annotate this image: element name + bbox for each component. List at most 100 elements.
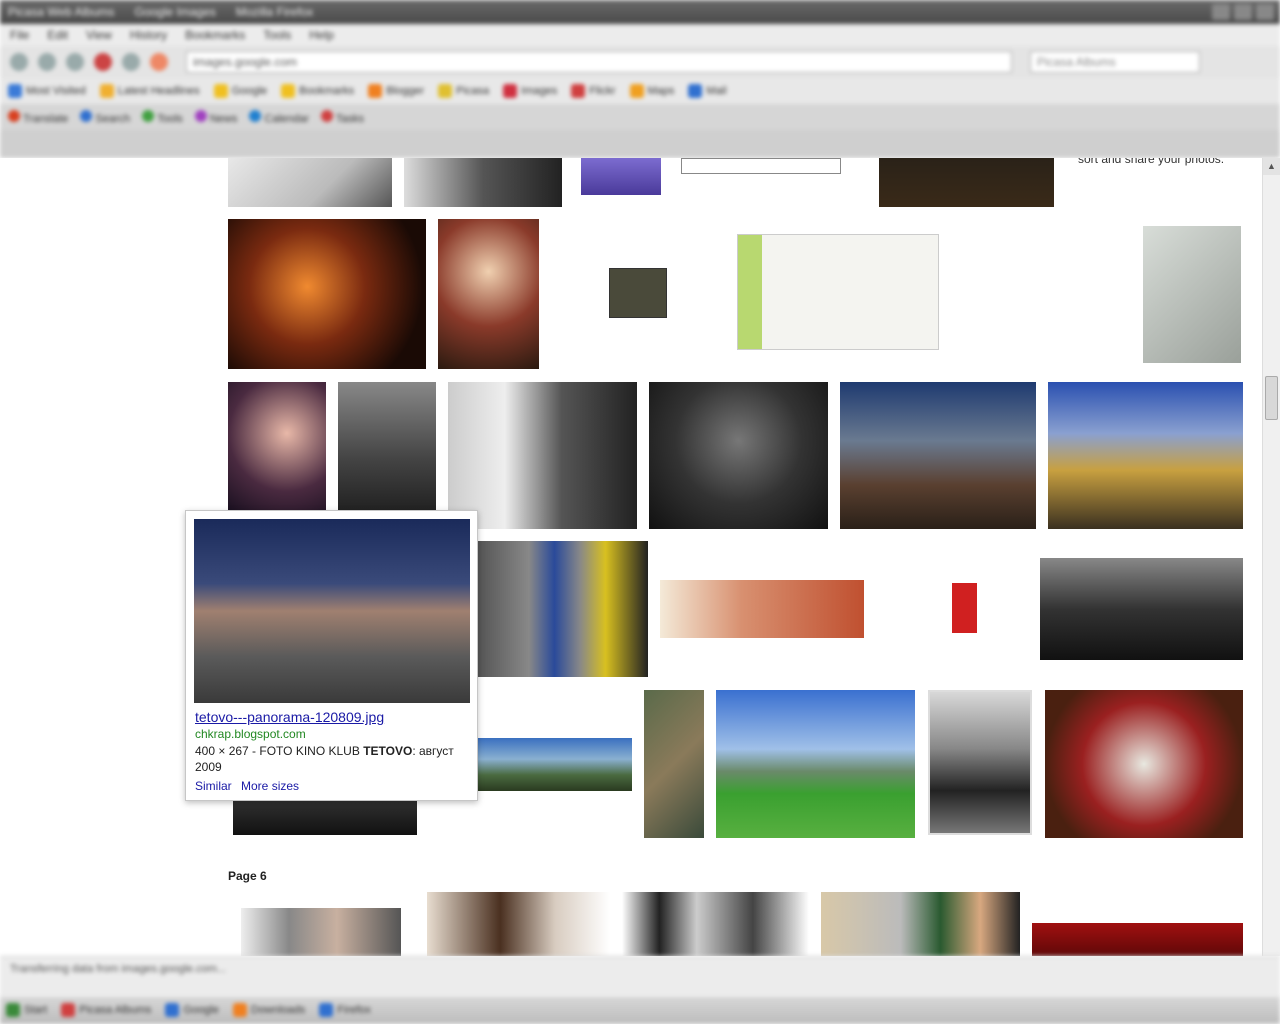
stop-icon[interactable] (94, 53, 112, 71)
taskbar: Start Picasa Albums Google Downloads Firefox (0, 996, 1280, 1024)
forward-icon[interactable] (38, 53, 56, 71)
toolbar-item-2[interactable]: Tools (142, 109, 183, 125)
result-thumbnail[interactable] (716, 690, 915, 838)
result-thumbnail[interactable] (1040, 558, 1243, 660)
bookmark-1[interactable]: Latest Headlines (99, 84, 200, 98)
result-thumbnail[interactable] (821, 892, 1020, 956)
taskbar-item-0[interactable]: Start (6, 1003, 47, 1017)
menu-history[interactable]: History (130, 28, 167, 42)
image-preview-popup: tetovo---panorama-120809.jpg chkrap.blog… (185, 510, 478, 801)
bookmark-2[interactable]: Google (213, 84, 268, 98)
result-thumbnail[interactable] (438, 219, 539, 369)
menu-file[interactable]: File (10, 28, 29, 42)
bookmark-icon (213, 84, 228, 98)
result-thumbnail[interactable] (581, 158, 661, 195)
result-thumbnail[interactable] (1032, 923, 1243, 956)
addon-icon[interactable] (150, 53, 168, 71)
result-thumbnail[interactable] (965, 224, 1115, 364)
bookmark-5[interactable]: Picasa (438, 84, 489, 98)
bookmark-6[interactable]: Images (503, 84, 557, 98)
taskbar-item-label: Start (24, 1004, 48, 1016)
result-thumbnail[interactable] (478, 738, 632, 791)
result-thumbnail[interactable] (928, 690, 1032, 835)
toolbar-item-label: Calendar (261, 112, 310, 125)
scrollbar-thumb[interactable] (1265, 376, 1278, 420)
result-thumbnail[interactable] (228, 382, 326, 510)
result-thumbnail[interactable] (609, 268, 667, 318)
taskbar-item-1[interactable]: Picasa Albums (61, 1003, 151, 1017)
bookmark-icon (281, 84, 296, 98)
maximize-button[interactable] (1234, 4, 1252, 20)
bookmarks-toolbar: Most Visited Latest Headlines Google Bookma… (0, 78, 1280, 104)
minimize-button[interactable] (1212, 4, 1230, 20)
result-thumbnail[interactable] (840, 382, 1036, 529)
result-thumbnail[interactable] (1048, 382, 1243, 529)
result-thumbnail[interactable] (644, 690, 704, 838)
result-thumbnail[interactable] (233, 798, 417, 835)
taskbar-item-icon (165, 1003, 180, 1017)
toolbar-item-5[interactable]: Tasks (321, 109, 364, 125)
promo-text: sort and share your photos. (1078, 158, 1225, 166)
reload-icon[interactable] (66, 53, 84, 71)
back-icon[interactable] (10, 53, 28, 71)
taskbar-item-label: Google (183, 1004, 219, 1016)
url-bar[interactable]: images.google.com (186, 51, 1012, 73)
result-thumbnail[interactable] (622, 892, 809, 956)
result-thumbnail[interactable] (478, 541, 648, 677)
toolbar-item-4[interactable]: Calendar (249, 109, 310, 125)
toolbar-item-1[interactable]: Search (80, 109, 130, 125)
vertical-scrollbar[interactable]: ▲ (1262, 158, 1280, 956)
result-thumbnail[interactable] (1143, 226, 1241, 363)
bookmark-9[interactable]: Mail (688, 84, 727, 98)
preview-title-link[interactable]: tetovo---panorama-120809.jpg (195, 709, 384, 725)
menu-view[interactable]: View (86, 28, 112, 42)
toolbar-item-icon (142, 109, 155, 122)
bookmark-7[interactable]: Flickr (571, 84, 616, 98)
menu-edit[interactable]: Edit (47, 28, 68, 42)
result-thumbnail[interactable] (660, 580, 864, 638)
preview-image[interactable] (194, 519, 470, 703)
similar-link[interactable]: Similar (195, 779, 232, 793)
scroll-up-icon[interactable]: ▲ (1263, 158, 1280, 175)
bookmark-icon (688, 84, 703, 98)
bookmark-3[interactable]: Bookmarks (281, 84, 354, 98)
result-thumbnail[interactable] (404, 158, 562, 207)
taskbar-item-label: Downloads (250, 1004, 306, 1016)
result-thumbnail[interactable] (649, 382, 828, 529)
search-input[interactable]: Picasa Albums (1030, 51, 1200, 73)
close-button[interactable] (1256, 4, 1274, 20)
result-thumbnail[interactable] (737, 234, 939, 350)
preview-desc-bold: TETOVO (363, 744, 413, 758)
bookmark-icon (438, 84, 453, 98)
result-thumbnail[interactable] (427, 892, 610, 956)
result-thumbnail[interactable] (681, 158, 841, 174)
taskbar-item-4[interactable]: Firefox (319, 1003, 371, 1017)
title-item: Google Images (134, 5, 216, 19)
taskbar-item-icon (319, 1003, 334, 1017)
taskbar-item-icon (6, 1003, 20, 1017)
menu-bookmarks[interactable]: Bookmarks (185, 28, 245, 42)
more-sizes-link[interactable]: More sizes (241, 779, 299, 793)
bookmark-icon (571, 84, 586, 98)
home-icon[interactable] (122, 53, 140, 71)
bookmark-8[interactable]: Maps (629, 84, 674, 98)
result-thumbnail[interactable] (879, 158, 1054, 207)
menu-tools[interactable]: Tools (263, 28, 291, 42)
menu-help[interactable]: Help (309, 28, 334, 42)
bookmark-0[interactable]: Most Visited (8, 84, 86, 98)
toolbar-item-0[interactable]: Translate (8, 109, 68, 125)
result-thumbnail[interactable] (228, 219, 426, 369)
result-thumbnail[interactable] (1045, 690, 1243, 838)
taskbar-item-3[interactable]: Downloads (232, 1003, 306, 1017)
result-thumbnail[interactable] (927, 583, 977, 633)
bookmark-4[interactable]: Blogger (368, 84, 424, 98)
result-thumbnail[interactable] (338, 382, 436, 510)
result-thumbnail[interactable] (228, 158, 392, 207)
bookmark-label: Bookmarks (299, 85, 355, 97)
bookmark-label: Google (231, 85, 268, 97)
result-thumbnail[interactable] (241, 908, 401, 956)
toolbar-item-3[interactable]: News (194, 109, 237, 125)
bookmark-label: Flickr (589, 85, 616, 97)
result-thumbnail[interactable] (448, 382, 637, 529)
taskbar-item-2[interactable]: Google (165, 1003, 219, 1017)
